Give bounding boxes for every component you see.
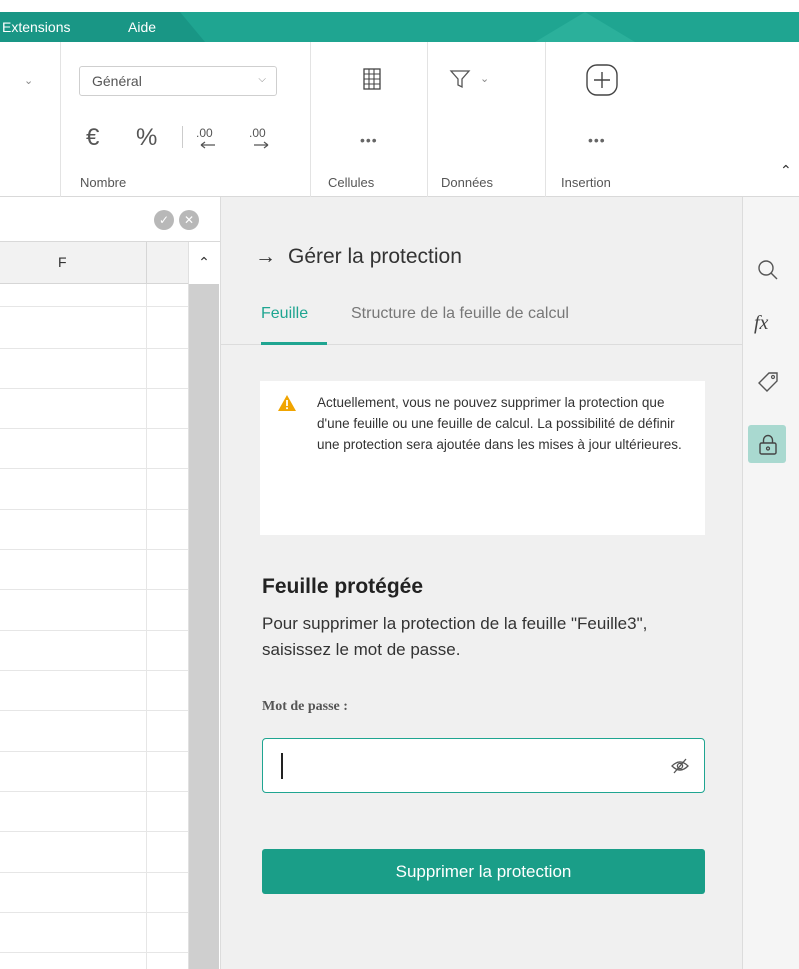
- ribbon: ⌄ Général ⌵ € % .00 .00 Nombre ••• Cellu…: [0, 42, 799, 197]
- chevron-down-icon[interactable]: ⌄: [480, 72, 489, 85]
- confirm-icon[interactable]: ✓: [154, 210, 174, 230]
- number-format-value: Général: [92, 73, 142, 89]
- lock-icon[interactable]: [748, 425, 786, 463]
- password-field[interactable]: [262, 738, 705, 793]
- collapse-ribbon-icon[interactable]: ⌃: [780, 162, 792, 179]
- password-label: Mot de passe :: [262, 699, 348, 714]
- grid-line: [0, 751, 188, 752]
- warning-text: Actuellement, vous ne pouvez supprimer l…: [317, 395, 682, 452]
- chevron-down-icon[interactable]: ⌄: [24, 74, 33, 87]
- grid-line: [0, 589, 188, 590]
- grid-line: [0, 670, 188, 671]
- grid-line: [0, 388, 188, 389]
- grid-line: [0, 630, 188, 631]
- sheet-area: ✓ ✕ F ⌃: [0, 197, 220, 969]
- cancel-icon[interactable]: ✕: [179, 210, 199, 230]
- protected-sheet-description: Pour supprimer la protection de la feuil…: [262, 614, 648, 659]
- panel-tabs: Feuille Structure de la feuille de calcu…: [221, 285, 743, 345]
- active-tab-indicator: [261, 342, 327, 345]
- currency-button[interactable]: €: [86, 124, 99, 152]
- tab-structure[interactable]: Structure de la feuille de calcul: [351, 305, 569, 323]
- increase-decimal-icon[interactable]: .00: [246, 123, 276, 153]
- ribbon-divider: [60, 42, 61, 197]
- menu-bar: Extensions Aide: [0, 12, 799, 42]
- right-toolbar: fx: [742, 197, 799, 969]
- grid-line: [0, 912, 188, 913]
- ribbon-divider: [182, 126, 183, 148]
- column-header[interactable]: F: [0, 242, 188, 284]
- tab-feuille[interactable]: Feuille: [261, 305, 308, 323]
- ribbon-divider: [427, 42, 428, 197]
- filter-icon[interactable]: [449, 68, 471, 90]
- warning-icon: [278, 395, 296, 411]
- function-icon[interactable]: fx: [748, 306, 786, 344]
- vertical-scrollbar[interactable]: ⌃: [188, 242, 220, 969]
- password-input[interactable]: [273, 747, 653, 784]
- group-label-insertion: Insertion: [561, 175, 611, 190]
- grid-line: [0, 872, 188, 873]
- group-label-nombre: Nombre: [80, 175, 127, 190]
- protection-panel: → Gérer la protection Feuille Structure d…: [220, 197, 743, 969]
- column-header-f[interactable]: F: [58, 254, 67, 270]
- grid-line: [0, 710, 188, 711]
- svg-text:.00: .00: [196, 126, 213, 140]
- protected-sheet-title: Feuille protégée: [262, 575, 424, 598]
- cells-more-button[interactable]: •••: [360, 132, 378, 148]
- percent-button[interactable]: %: [136, 124, 157, 152]
- group-label-donnees: Données: [441, 175, 494, 190]
- grid-line: [0, 831, 188, 832]
- grid-line: [0, 509, 188, 510]
- grid-line: [146, 284, 147, 969]
- chevron-down-icon: ⌵: [258, 74, 266, 85]
- scroll-up-icon[interactable]: ⌃: [189, 254, 219, 271]
- menu-item-aide[interactable]: Aide: [128, 19, 156, 35]
- scrollbar-thumb[interactable]: [189, 284, 219, 969]
- text-caret: [281, 753, 283, 779]
- hide-password-icon[interactable]: [670, 757, 690, 775]
- group-label-cellules: Cellules: [328, 175, 375, 190]
- ribbon-divider: [545, 42, 546, 197]
- arrow-right-icon[interactable]: →: [255, 245, 276, 268]
- grid-line: [0, 428, 188, 429]
- column-divider: [146, 242, 147, 284]
- search-icon[interactable]: [748, 250, 786, 288]
- ribbon-divider: [310, 42, 311, 197]
- grid-line: [0, 306, 188, 307]
- cells-icon[interactable]: [359, 66, 385, 92]
- decrease-decimal-icon[interactable]: .00: [193, 123, 223, 153]
- panel-title-text: Gérer la protection: [288, 245, 462, 268]
- warning-box: Actuellement, vous ne pouvez supprimer l…: [260, 381, 705, 535]
- function-glyph: fx: [754, 312, 769, 334]
- tag-icon[interactable]: [748, 362, 786, 400]
- insertion-more-button[interactable]: •••: [588, 132, 606, 148]
- grid-line: [0, 348, 188, 349]
- menu-item-extensions[interactable]: Extensions: [2, 19, 70, 35]
- menu-peak-decoration: [535, 12, 635, 42]
- panel-title: → Gérer la protection: [255, 245, 462, 269]
- insert-plus-icon[interactable]: [585, 63, 619, 97]
- grid-line: [0, 468, 188, 469]
- number-format-select[interactable]: Général ⌵: [79, 66, 277, 96]
- grid-line: [0, 952, 188, 953]
- formula-bar: ✓ ✕: [0, 197, 220, 242]
- remove-protection-button[interactable]: Supprimer la protection: [262, 849, 705, 894]
- grid-line: [0, 549, 188, 550]
- cell-grid[interactable]: [0, 284, 188, 969]
- svg-text:.00: .00: [249, 126, 266, 140]
- grid-line: [0, 791, 188, 792]
